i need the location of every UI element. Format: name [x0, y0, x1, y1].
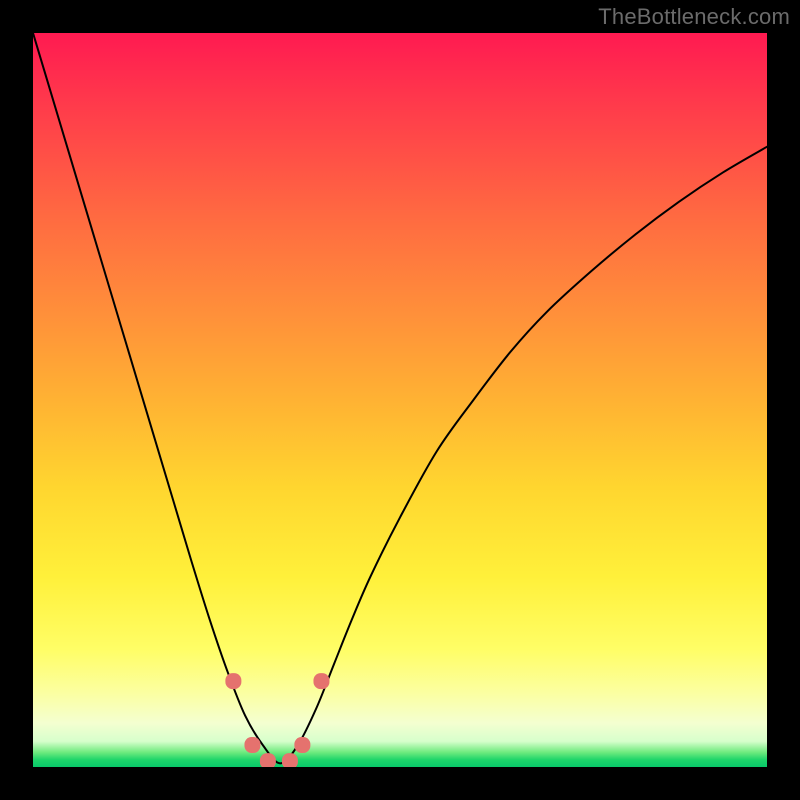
- curve-marker: [260, 753, 276, 767]
- curve-marker: [294, 737, 310, 753]
- curve-marker: [282, 753, 298, 767]
- curve-marker: [225, 673, 241, 689]
- curve-marker: [313, 673, 329, 689]
- watermark-text: TheBottleneck.com: [598, 4, 790, 30]
- chart-frame: TheBottleneck.com: [0, 0, 800, 800]
- bottleneck-curve-path: [33, 33, 767, 763]
- chart-plot-area: [33, 33, 767, 767]
- curve-marker: [244, 737, 260, 753]
- curve-markers: [225, 673, 329, 767]
- bottleneck-curve: [33, 33, 767, 767]
